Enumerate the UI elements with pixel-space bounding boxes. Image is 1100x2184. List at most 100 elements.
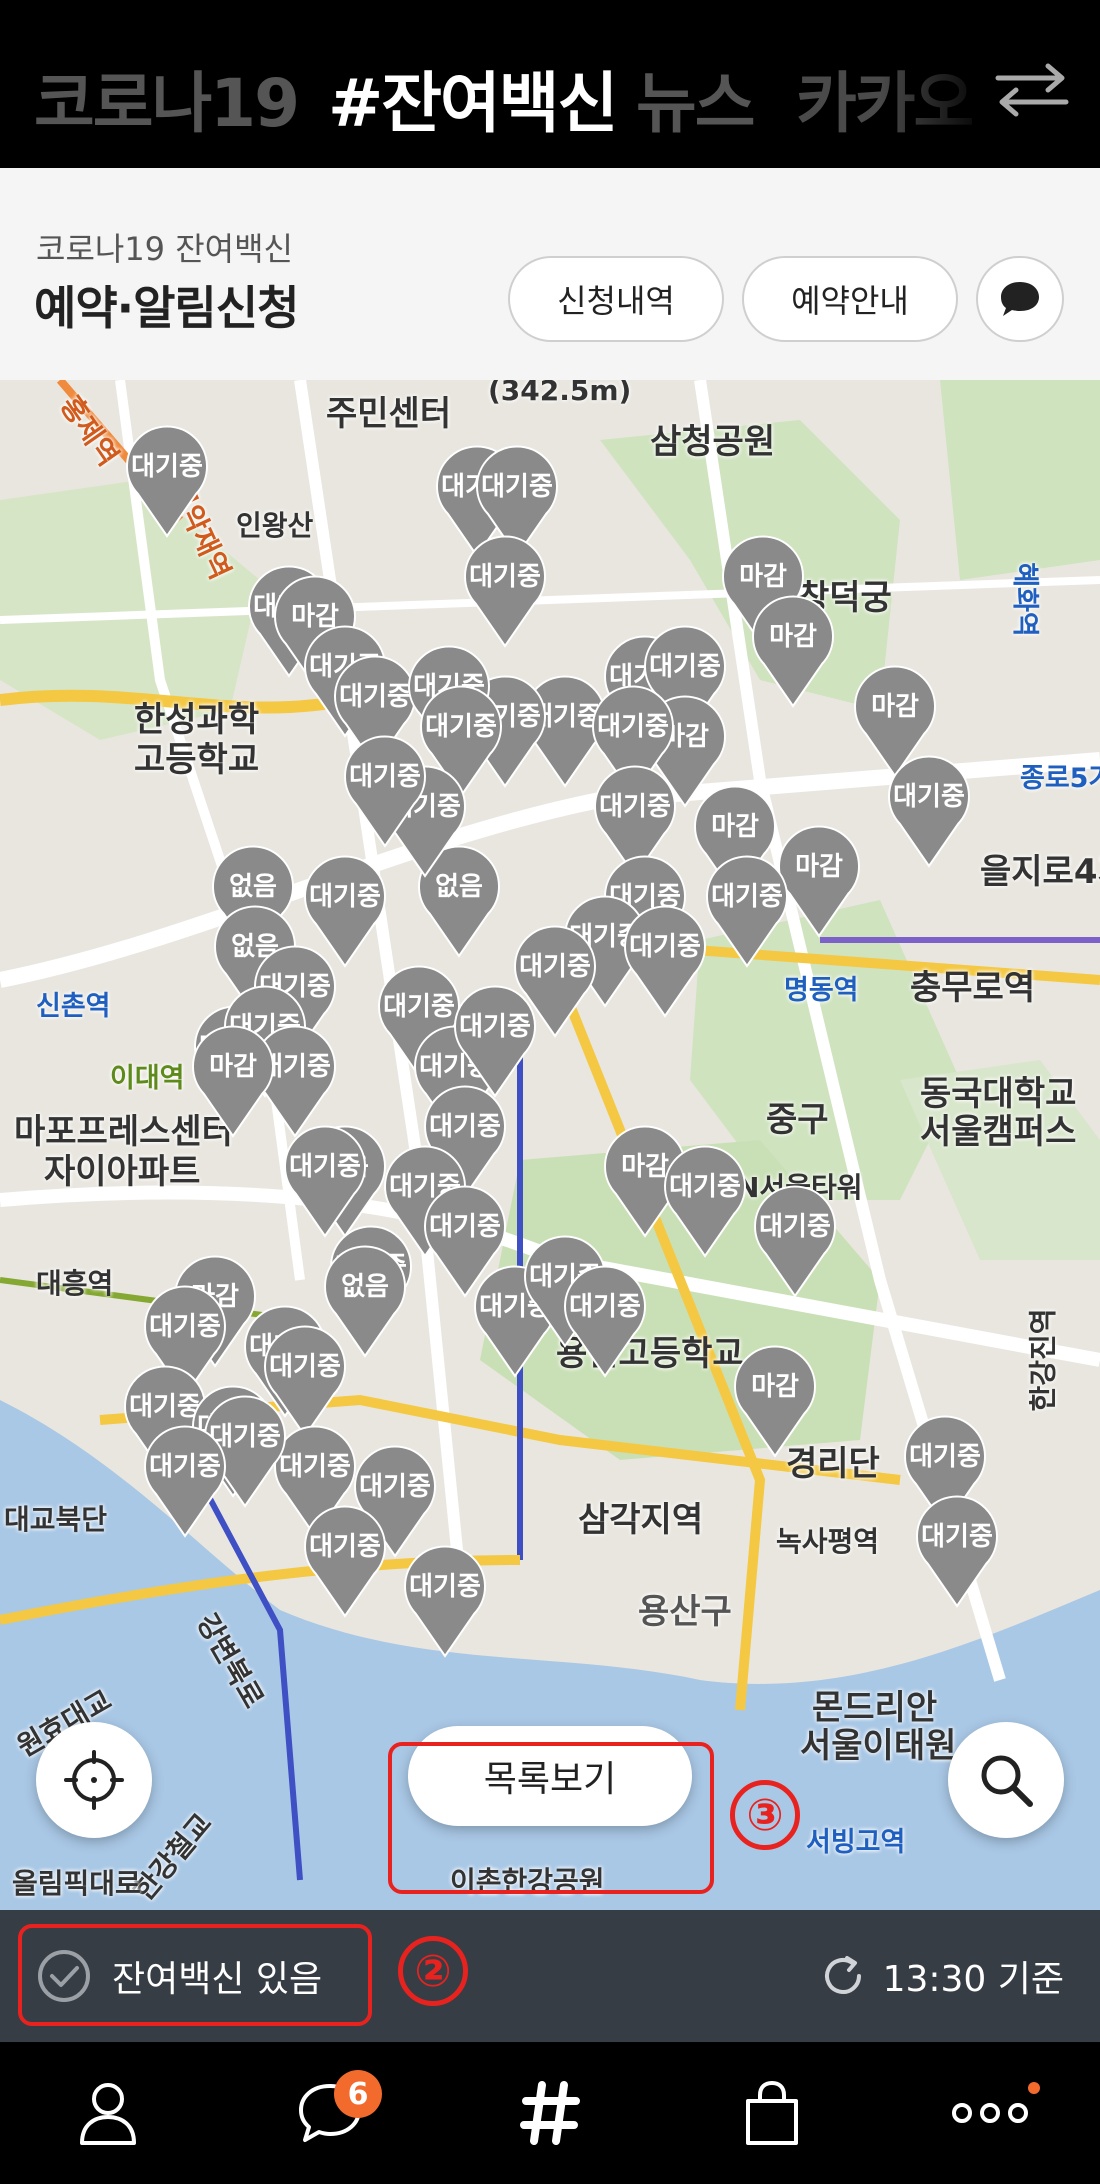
status-highlight	[18, 1924, 372, 2026]
vaccine-pin[interactable]: 대기중	[660, 1140, 750, 1258]
map-label: 혜화역	[1008, 562, 1040, 637]
vaccine-pin-label: 대기중	[309, 882, 381, 912]
vaccine-pin[interactable]: 대기중	[560, 1260, 650, 1378]
vaccine-pin-label: 없음	[341, 1272, 389, 1302]
nav-shopping[interactable]	[692, 2042, 852, 2184]
vaccine-pin-label: 대기중	[429, 1112, 501, 1142]
map-label: 명동역	[784, 975, 859, 1006]
map-label: 인왕산	[236, 509, 314, 542]
vaccine-pin[interactable]: 대기중	[300, 850, 390, 968]
vaccine-pin-label: 대기중	[459, 1012, 531, 1042]
vaccine-pin-label: 대기중	[597, 712, 669, 742]
map-label: 한강진역	[1026, 1308, 1060, 1412]
hashtag-icon	[520, 2081, 580, 2145]
vaccine-pin-label: 대기중	[893, 782, 965, 812]
vaccine-pin[interactable]: 대기중	[140, 1420, 230, 1538]
vaccine-pin[interactable]: 대기중	[280, 1120, 370, 1238]
tab-corona19[interactable]: 코로나19	[34, 50, 300, 146]
vaccine-pin-label: 대기중	[131, 452, 203, 482]
vaccine-pin-label: 대기중	[409, 1572, 481, 1602]
vaccine-pin[interactable]: 마감	[730, 1340, 820, 1458]
tab-remaining-vaccine[interactable]: #잔여백신	[328, 50, 618, 146]
shopping-bag-icon	[746, 2080, 798, 2145]
vaccine-pin[interactable]: 대기중	[620, 900, 710, 1018]
vaccine-pin-label: 대기중	[349, 762, 421, 792]
vaccine-pin[interactable]: 대기중	[702, 850, 792, 968]
map-label: 충무로역	[910, 968, 1036, 1008]
map-label: 고등학교	[134, 740, 260, 780]
vaccine-pin-label: 대기중	[429, 1212, 501, 1242]
map-label: 대흥역	[36, 1267, 114, 1300]
vaccine-pin[interactable]: 대기중	[884, 750, 974, 868]
status-bar: 잔여백신 있음 ② 13:30 기준	[0, 1910, 1100, 2042]
vaccine-map[interactable]: (342.5m) 삼청공원 주민센터 인왕산 창덕궁 한성과학 고등학교 종로5…	[0, 380, 1100, 1910]
vaccine-pin-label: 대기중	[289, 1152, 361, 1182]
vaccine-pin[interactable]: 대기중	[912, 1490, 1002, 1608]
swap-arrows-icon[interactable]	[990, 60, 1074, 120]
crosshair-icon	[64, 1750, 124, 1810]
tab-fade	[880, 0, 990, 168]
vaccine-pin[interactable]: 대기중	[750, 1180, 840, 1298]
annotation-marker-2: ②	[398, 1936, 468, 2006]
map-label: 서울캠퍼스	[920, 1112, 1077, 1152]
nav-hashtag[interactable]	[470, 2042, 630, 2184]
nav-friends[interactable]	[28, 2042, 188, 2184]
vaccine-pin-label: 대기중	[149, 1452, 221, 1482]
vaccine-pin[interactable]: 마감	[748, 590, 838, 708]
vaccine-pin[interactable]: 대기중	[460, 530, 550, 648]
nav-more[interactable]	[910, 2042, 1070, 2184]
map-label: 대교북단	[4, 1503, 108, 1536]
vaccine-pin[interactable]: 대기중	[300, 1500, 390, 1618]
current-location-button[interactable]	[36, 1722, 152, 1838]
tab-news[interactable]: 뉴스	[636, 50, 755, 146]
vaccine-pin-label: 없음	[229, 872, 277, 902]
search-button[interactable]	[948, 1722, 1064, 1838]
vaccine-pin-label: 대기중	[149, 1312, 221, 1342]
more-notification-dot	[1028, 2082, 1040, 2094]
map-label: 주민센터	[326, 394, 452, 434]
vaccine-pin-label: 마감	[739, 562, 787, 592]
map-label: 용산구	[638, 1592, 732, 1632]
search-icon	[981, 1755, 1033, 1807]
person-icon	[80, 2083, 136, 2145]
refresh-time-label: 13:30 기준	[882, 1959, 1064, 2000]
map-label: 서빙고역	[806, 1827, 906, 1858]
vaccine-pin-label: 마감	[871, 692, 919, 722]
annotation-marker-3: ③	[730, 1780, 800, 1850]
vaccine-pin-label: 마감	[711, 812, 759, 842]
page-title: 예약·알림신청	[34, 281, 299, 335]
vaccine-pin-label: 대기중	[711, 882, 783, 912]
vaccine-pin-label: 마감	[769, 622, 817, 652]
vaccine-pin[interactable]: 대기중	[340, 730, 430, 848]
vaccine-pin-label: 대기중	[481, 472, 553, 502]
map-label: (342.5m)	[488, 380, 632, 407]
vaccine-pin-label: 대기중	[629, 932, 701, 962]
map-label: 올림픽대로	[12, 1867, 141, 1900]
map-label: 중구	[766, 1100, 829, 1140]
vaccine-pin-label: 마감	[209, 1052, 257, 1082]
bottom-navigation: 6	[0, 2042, 1100, 2184]
vaccine-pin[interactable]: 대기중	[400, 1540, 490, 1658]
map-label: 자이아파트	[44, 1152, 201, 1192]
chat-bubble-icon	[1001, 282, 1039, 316]
page-subtitle: 코로나19 잔여백신	[36, 230, 293, 268]
map-label: 신촌역	[36, 991, 111, 1022]
map-label: 서울이태원	[800, 1726, 957, 1766]
guide-button[interactable]: 예약안내	[742, 256, 958, 342]
page-header: 코로나19 잔여백신 예약·알림신청 신청내역 예약안내	[0, 168, 1100, 380]
list-button-highlight	[388, 1742, 714, 1894]
chat-badge: 6	[334, 2070, 382, 2118]
vaccine-pin-label: 대기중	[921, 1522, 993, 1552]
vaccine-pin[interactable]: 대기중	[122, 420, 212, 538]
refresh-time[interactable]: 13:30 기준	[819, 1946, 1064, 2006]
top-tab-bar: 코로나19 #잔여백신 뉴스 카카오	[0, 0, 1100, 168]
vaccine-pin-label: 대기중	[359, 1472, 431, 1502]
chat-bubble-button[interactable]	[976, 256, 1064, 342]
history-button[interactable]: 신청내역	[508, 256, 724, 342]
vaccine-pin-label: 대기중	[309, 1532, 381, 1562]
vaccine-pin[interactable]: 마감	[188, 1020, 278, 1138]
vaccine-pin-label: 대기중	[649, 652, 721, 682]
vaccine-pin-label: 대기중	[909, 1442, 981, 1472]
more-icon	[952, 2103, 1028, 2123]
nav-chats[interactable]: 6	[250, 2042, 410, 2184]
